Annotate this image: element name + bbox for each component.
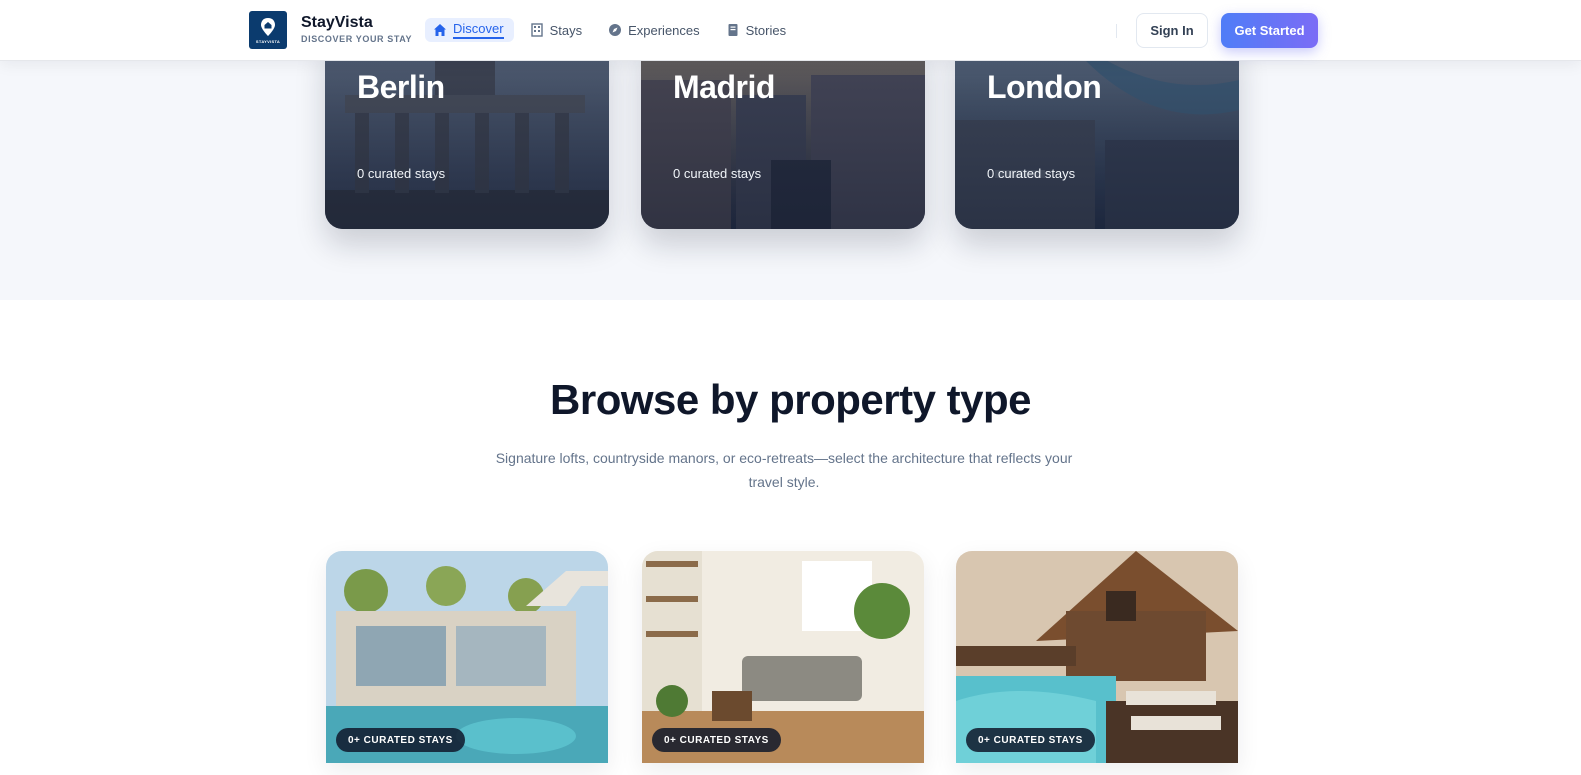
top-navbar: STAYVISTA StayVista DISCOVER YOUR STAY D… bbox=[0, 0, 1581, 61]
section-subtitle: Signature lofts, countryside manors, or … bbox=[495, 450, 1073, 490]
city-card-london[interactable]: London 0 curated stays bbox=[955, 40, 1239, 229]
house-pin-icon bbox=[261, 17, 275, 36]
nav-item-discover[interactable]: Discover bbox=[425, 18, 514, 42]
city-stay-count: 0 curated stays bbox=[357, 166, 446, 181]
city-stay-count: 0 curated stays bbox=[673, 166, 762, 181]
section-title: Browse by property type bbox=[550, 376, 1031, 423]
main-nav: Discover Stays Experiences Stories bbox=[425, 18, 796, 42]
stay-count-badge: 0+ CURATED STAYS bbox=[652, 728, 781, 752]
property-card-apartment[interactable]: 0+ CURATED STAYS bbox=[642, 551, 924, 763]
nav-item-experiences[interactable]: Experiences bbox=[600, 18, 710, 42]
sign-in-button[interactable]: Sign In bbox=[1136, 13, 1208, 48]
stay-count-badge: 0+ CURATED STAYS bbox=[336, 728, 465, 752]
stay-count-badge: 0+ CURATED STAYS bbox=[966, 728, 1095, 752]
nav-item-stories[interactable]: Stories bbox=[718, 18, 796, 42]
nav-label: Stays bbox=[549, 22, 583, 38]
city-name: Madrid bbox=[673, 69, 775, 105]
brand-tagline: DISCOVER YOUR STAY bbox=[301, 34, 413, 44]
header-divider bbox=[1116, 24, 1117, 38]
book-icon bbox=[728, 24, 738, 36]
city-card-berlin[interactable]: Berlin 0 curated stays bbox=[325, 40, 609, 229]
logo-text: STAYVISTA bbox=[255, 38, 281, 44]
property-card-villa[interactable]: 0+ CURATED STAYS bbox=[326, 551, 608, 763]
city-card-madrid[interactable]: Madrid 0 curated stays bbox=[641, 40, 925, 229]
nav-label: Discover bbox=[453, 21, 504, 39]
home-icon bbox=[434, 24, 446, 36]
nav-label: Experiences bbox=[628, 22, 700, 38]
property-card-resort[interactable]: 0+ CURATED STAYS bbox=[956, 551, 1238, 763]
nav-item-stays[interactable]: Stays bbox=[522, 18, 593, 42]
building-icon bbox=[530, 23, 543, 37]
city-name: London bbox=[987, 69, 1102, 105]
brand-name[interactable]: StayVista bbox=[301, 14, 373, 32]
city-stay-count: 0 curated stays bbox=[987, 166, 1076, 181]
get-started-button[interactable]: Get Started bbox=[1221, 13, 1318, 48]
nav-label: Stories bbox=[745, 22, 787, 38]
city-name: Berlin bbox=[357, 69, 445, 105]
compass-icon bbox=[609, 24, 622, 36]
brand-logo[interactable]: STAYVISTA bbox=[249, 11, 287, 49]
